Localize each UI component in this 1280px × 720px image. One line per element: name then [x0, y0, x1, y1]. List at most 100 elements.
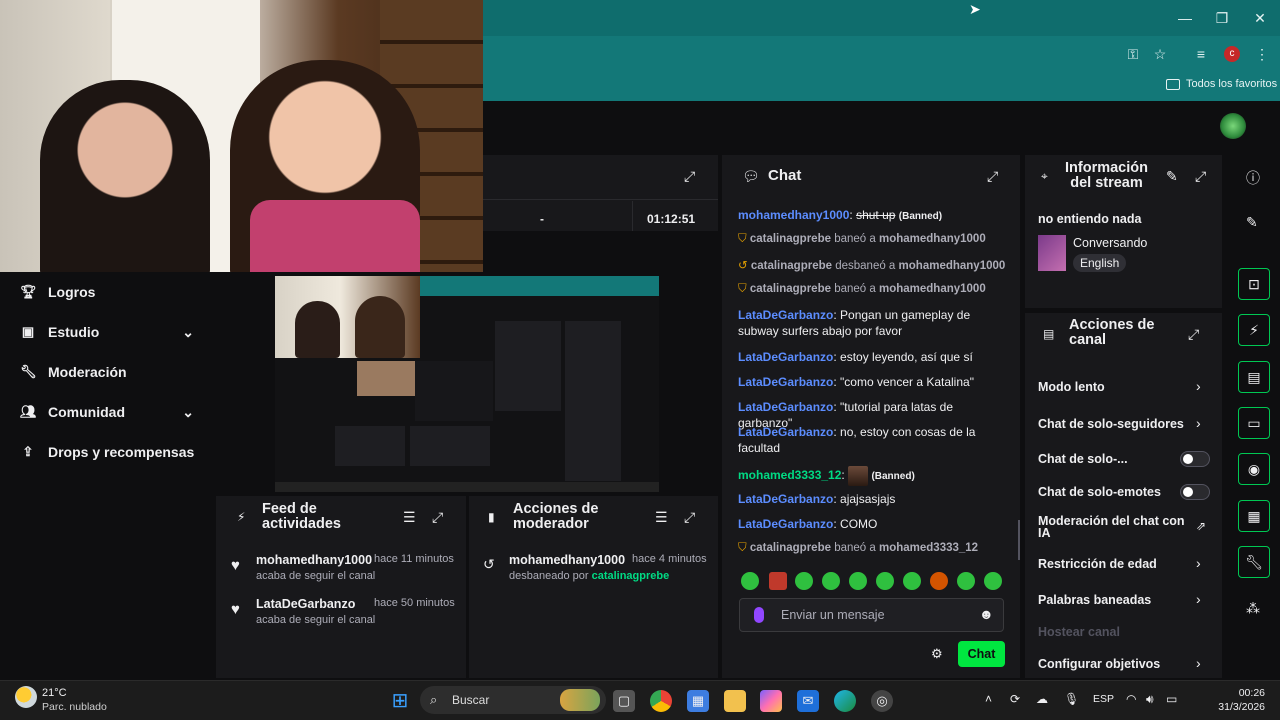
sync-icon[interactable]: ⟳: [1010, 692, 1020, 706]
extensions-icon[interactable]: ⁂: [1246, 600, 1260, 617]
action-banned-words[interactable]: Palabras baneadas: [1038, 593, 1151, 607]
popout-icon[interactable]: ⤢: [684, 168, 695, 185]
tray-chevron-icon[interactable]: ˄: [985, 692, 992, 706]
action-ai-moderation[interactable]: Moderación del chat con IA: [1038, 515, 1198, 540]
chat-icon[interactable]: ▭: [1238, 407, 1270, 439]
stream-title: no entiendo nada: [1038, 212, 1142, 226]
broadcast-icon[interactable]: ◉: [1238, 453, 1270, 485]
app-icon[interactable]: ◎: [871, 690, 893, 712]
all-bookmarks-link[interactable]: Todos los favoritos: [1186, 78, 1277, 90]
emote-button[interactable]: [903, 572, 921, 590]
mail-icon[interactable]: ✉: [797, 690, 819, 712]
lightning-icon[interactable]: ⚡︎: [1238, 314, 1270, 346]
emote-button[interactable]: [876, 572, 894, 590]
popout-icon[interactable]: ⤢: [1188, 326, 1199, 343]
document-icon[interactable]: ▤: [1238, 361, 1270, 393]
emote-button[interactable]: [849, 572, 867, 590]
edit-icon[interactable]: ✎: [1246, 214, 1258, 231]
volume-icon[interactable]: 🔊︎: [1146, 692, 1154, 707]
microphone-icon[interactable]: 🎙︎: [1064, 692, 1079, 706]
wrench-icon[interactable]: 🔧︎: [1238, 546, 1270, 578]
app-tray-icon[interactable]: ☁: [1036, 692, 1048, 706]
folder-icon: [1166, 79, 1180, 90]
taskbar-search[interactable]: ⌕ Buscar: [420, 686, 606, 714]
browser-menu-icon[interactable]: ⋮: [1253, 45, 1271, 63]
screenshot-icon[interactable]: ⊡: [1238, 268, 1270, 300]
language-tag[interactable]: English: [1073, 254, 1127, 272]
emote-button[interactable]: [769, 572, 787, 590]
activity-user[interactable]: LataDeGarbanzo: [256, 597, 355, 611]
filter-icon[interactable]: ☰: [403, 509, 416, 526]
chevron-right-icon[interactable]: ›: [1196, 555, 1201, 571]
sidebar-item-moderacion[interactable]: 🔧︎ Moderación: [0, 352, 216, 392]
emote-button[interactable]: [957, 572, 975, 590]
emotes-only-toggle[interactable]: [1180, 484, 1210, 500]
weather-temp[interactable]: 21°C: [42, 687, 67, 699]
bits-icon[interactable]: [754, 607, 764, 623]
emote-button[interactable]: [741, 572, 759, 590]
edit-icon[interactable]: ✎: [1166, 168, 1178, 185]
restore-icon[interactable]: ❐: [1212, 8, 1232, 28]
stream-preview[interactable]: [216, 272, 720, 494]
windows-start-icon[interactable]: ⊞: [389, 690, 411, 712]
filter-icon[interactable]: ☰: [655, 509, 668, 526]
action-configure-goals[interactable]: Configurar objetivos: [1038, 657, 1160, 671]
language-indicator[interactable]: ESP: [1093, 693, 1114, 705]
external-link-icon[interactable]: ⇗: [1196, 519, 1206, 533]
edge-icon[interactable]: [834, 690, 856, 712]
sidebar-item-estudio[interactable]: ▣ Estudio ⌄: [0, 312, 216, 352]
chat-message: LataDeGarbanzo: Pongan un gameplay de su…: [738, 308, 971, 338]
emote-button[interactable]: [930, 572, 948, 590]
battery-icon[interactable]: ▭: [1166, 692, 1177, 706]
mod-action-actor[interactable]: catalinagprebe: [592, 570, 670, 582]
sidebar-item-comunidad[interactable]: 👥︎ Comunidad ⌄: [0, 392, 216, 432]
popout-icon[interactable]: ⤢: [432, 509, 443, 526]
chevron-right-icon[interactable]: ›: [1196, 655, 1201, 671]
subs-only-toggle[interactable]: [1180, 451, 1210, 467]
chat-settings-icon[interactable]: ⚙: [931, 646, 943, 662]
file-explorer-icon[interactable]: [724, 690, 746, 712]
stream-category[interactable]: Conversando: [1073, 236, 1147, 250]
store-icon[interactable]: ▦: [687, 690, 709, 712]
task-view-icon[interactable]: ▢: [613, 690, 635, 712]
sidebar-item-drops[interactable]: ⇪ Drops y recompensas: [0, 432, 216, 472]
user-avatar[interactable]: [1220, 113, 1246, 139]
layout-icon[interactable]: ▦: [1238, 500, 1270, 532]
chevron-right-icon[interactable]: ›: [1196, 415, 1201, 431]
sidebar-item-logros[interactable]: 🏆︎ Logros: [0, 272, 216, 312]
chevron-right-icon[interactable]: ›: [1196, 591, 1201, 607]
minimize-icon[interactable]: —: [1175, 8, 1195, 28]
media-control-icon[interactable]: ≡: [1192, 45, 1210, 63]
chat-input[interactable]: Enviar un mensaje ☻: [739, 598, 1004, 632]
action-followers-only[interactable]: Chat de solo-seguidores: [1038, 417, 1184, 431]
action-slow-mode[interactable]: Modo lento: [1038, 380, 1105, 394]
weather-desc[interactable]: Parc. nublado: [42, 701, 107, 713]
wifi-icon[interactable]: ◠: [1126, 692, 1136, 706]
close-icon[interactable]: ✕: [1250, 8, 1270, 28]
password-key-icon[interactable]: ⚿: [1124, 45, 1142, 63]
weather-icon[interactable]: [15, 686, 37, 708]
popout-icon[interactable]: ⤢: [987, 168, 998, 185]
clock-time[interactable]: 00:26: [1220, 687, 1265, 699]
info-icon[interactable]: ⓘ: [1246, 168, 1260, 188]
activity-user[interactable]: mohamedhany1000: [256, 553, 372, 567]
action-age-restriction[interactable]: Restricción de edad: [1038, 557, 1157, 571]
copilot-icon[interactable]: [760, 690, 782, 712]
clock-date[interactable]: 31/3/2026: [1212, 701, 1265, 713]
wrench-icon: 🔧︎: [20, 364, 37, 379]
popout-icon[interactable]: ⤢: [1195, 168, 1206, 185]
chat-message: LataDeGarbanzo: estoy leyendo, así que s…: [738, 350, 973, 364]
mod-action-user[interactable]: mohamedhany1000: [509, 553, 625, 567]
send-chat-button[interactable]: Chat: [958, 641, 1005, 667]
emote-button[interactable]: [795, 572, 813, 590]
pin-icon: ⌖: [1041, 169, 1048, 183]
emote-button[interactable]: [984, 572, 1002, 590]
profile-avatar[interactable]: c: [1224, 46, 1240, 62]
chevron-right-icon[interactable]: ›: [1196, 378, 1201, 394]
emote-button[interactable]: [822, 572, 840, 590]
emoji-picker-icon[interactable]: ☻: [979, 606, 994, 622]
chat-scrollbar[interactable]: [1018, 520, 1020, 560]
popout-icon[interactable]: ⤢: [684, 509, 695, 526]
star-icon[interactable]: ☆: [1151, 45, 1169, 63]
chrome-icon[interactable]: [650, 690, 672, 712]
